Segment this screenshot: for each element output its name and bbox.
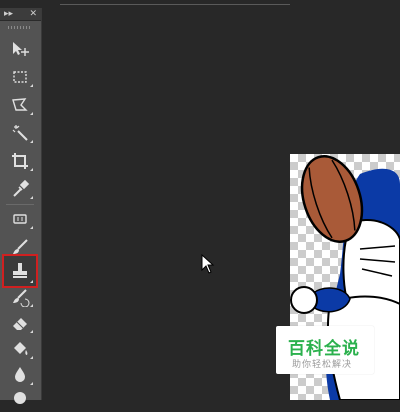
- tools-panel-header: ▸▸ ✕: [0, 8, 41, 21]
- brush-icon: [13, 239, 28, 254]
- clone-stamp-tool[interactable]: [2, 254, 38, 288]
- close-icon[interactable]: ✕: [29, 9, 37, 19]
- submenu-corner-icon: [30, 356, 33, 359]
- paint-bucket-tool[interactable]: [4, 336, 36, 362]
- eraser-icon: [13, 318, 27, 330]
- magic-wand-tool[interactable]: [4, 120, 36, 146]
- submenu-corner-icon: [30, 84, 33, 87]
- submenu-corner-icon: [30, 112, 33, 115]
- blur-tool[interactable]: [4, 362, 36, 388]
- history-brush-tool[interactable]: [4, 284, 36, 310]
- lasso-icon: [12, 98, 28, 111]
- crop-tool[interactable]: [4, 148, 36, 174]
- magic-wand-icon: [12, 125, 28, 141]
- watermark-badge: 百科全说 助你轻松解决: [276, 326, 374, 374]
- dodge-icon: [14, 392, 26, 404]
- bandage-icon: [13, 214, 27, 224]
- submenu-corner-icon: [30, 226, 33, 229]
- submenu-corner-icon: [30, 330, 33, 333]
- submenu-corner-icon: [30, 196, 33, 199]
- eyedropper-tool[interactable]: [4, 176, 36, 202]
- submenu-corner-icon: [30, 304, 33, 307]
- panel-grip[interactable]: [8, 26, 30, 29]
- watermark-subtitle: 助你轻松解决: [292, 360, 353, 370]
- submenu-corner-icon: [30, 382, 33, 385]
- eraser-tool[interactable]: [4, 310, 36, 336]
- crop-icon: [12, 153, 28, 169]
- rectangular-marquee-tool[interactable]: [4, 64, 36, 90]
- document-tab-fragment: [60, 0, 290, 5]
- collapse-icon[interactable]: ▸▸: [4, 9, 13, 19]
- submenu-corner-icon: [30, 140, 33, 143]
- eyedropper-icon: [13, 179, 30, 197]
- stamp-icon: [13, 263, 27, 278]
- history-brush-icon: [13, 289, 30, 307]
- move-tool[interactable]: [4, 36, 36, 62]
- submenu-corner-icon: [30, 280, 33, 283]
- tools-panel: ▸▸ ✕: [0, 8, 42, 404]
- watermark-title: 百科全说: [288, 339, 360, 359]
- tool-separator: [6, 204, 34, 205]
- spot-healing-brush-tool[interactable]: [4, 206, 36, 232]
- dodge-tool[interactable]: [4, 386, 36, 412]
- mouse-cursor-icon: [201, 254, 215, 274]
- top-edge-strip: [0, 0, 400, 8]
- blur-icon: [15, 367, 25, 382]
- submenu-corner-icon: [30, 168, 33, 171]
- polygonal-lasso-tool[interactable]: [4, 92, 36, 118]
- move-icon: [13, 42, 29, 56]
- bucket-icon: [14, 342, 28, 355]
- marquee-icon: [13, 71, 27, 83]
